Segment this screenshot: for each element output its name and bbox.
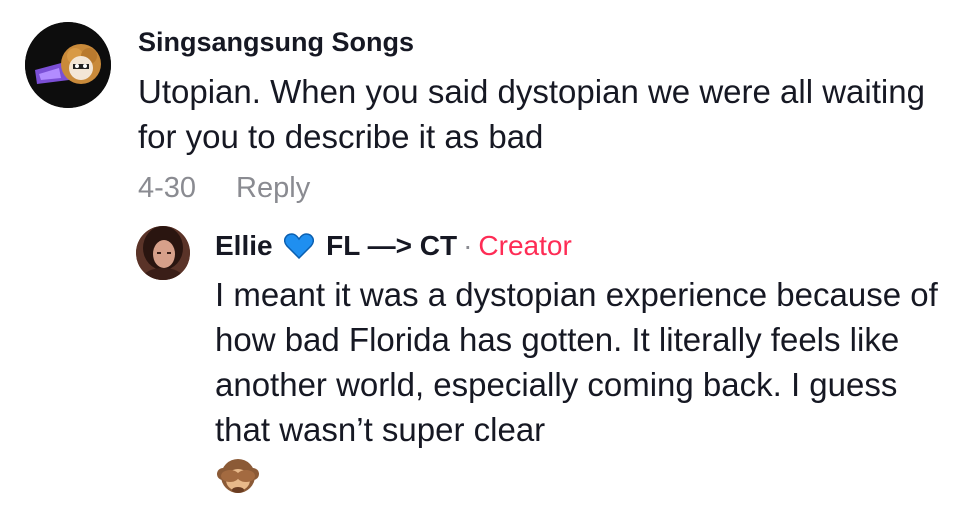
reply-button[interactable]: Reply	[236, 172, 310, 204]
commenter-avatar[interactable]	[25, 22, 111, 108]
blue-heart-icon	[284, 233, 315, 266]
commenter-username[interactable]: Singsangsung Songs	[138, 27, 414, 58]
comment-text: Utopian. When you said dystopian we were…	[138, 73, 925, 155]
creator-username[interactable]: Ellie	[215, 230, 273, 261]
creator-avatar[interactable]	[136, 226, 190, 280]
see-no-evil-monkey-icon	[215, 454, 261, 500]
creator-username-suffix[interactable]: FL —> CT	[326, 230, 457, 261]
reply-header: Ellie FL —> CT · Creator	[215, 230, 572, 266]
reply-text: I meant it was a dystopian experience be…	[215, 276, 938, 448]
creator-badge: Creator	[478, 230, 572, 261]
separator-dot: ·	[463, 230, 473, 261]
comment-meta: 4-30 Reply	[138, 172, 310, 205]
comment-date: 4-30	[138, 172, 197, 204]
